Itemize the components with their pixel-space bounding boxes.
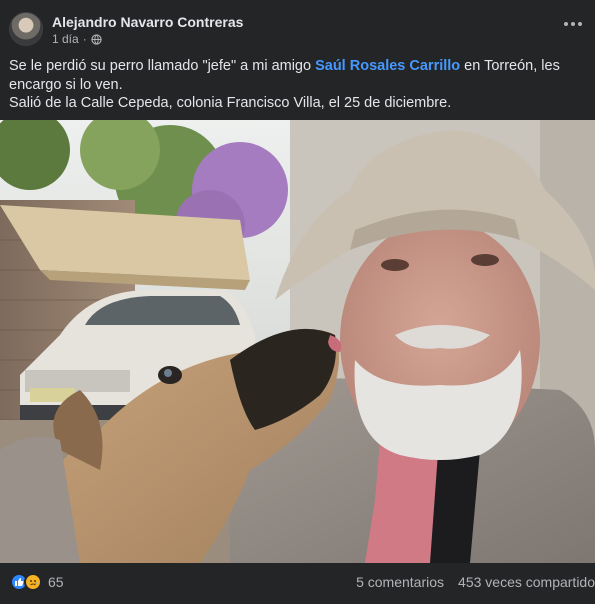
more-options-icon[interactable]: [561, 16, 585, 32]
globe-icon[interactable]: [91, 33, 102, 45]
sad-icon: [24, 573, 42, 591]
post-meta: 1 día ·: [52, 32, 102, 46]
post-text-line2: Salió de la Calle Cepeda, colonia Franci…: [9, 95, 452, 111]
post-header: Alejandro Navarro Contreras 1 día ·: [0, 0, 595, 50]
comments-count[interactable]: 5 comentarios: [356, 574, 444, 590]
shares-count[interactable]: 453 veces compartido: [458, 574, 595, 590]
post-text: Se le perdió su perro llamado "jefe" a m…: [9, 57, 589, 113]
author-name[interactable]: Alejandro Navarro Contreras: [52, 14, 243, 30]
post-photo[interactable]: [0, 120, 595, 563]
post-stats: 5 comentarios 453 veces compartido: [356, 574, 595, 590]
reaction-count: 65: [48, 574, 64, 590]
post-time[interactable]: 1 día: [52, 32, 79, 46]
reactions-summary[interactable]: 65: [10, 573, 64, 591]
post-text-part1: Se le perdió su perro llamado "jefe" a m…: [9, 58, 316, 74]
facebook-post: Alejandro Navarro Contreras 1 día · Se l…: [0, 0, 595, 604]
mention-link[interactable]: Saúl Rosales Carrillo: [315, 58, 460, 74]
meta-separator: ·: [82, 32, 87, 46]
post-footer: 65 5 comentarios 453 veces compartido: [0, 563, 595, 604]
photo-illustration: [0, 120, 595, 563]
author-avatar[interactable]: [9, 12, 43, 46]
post-text-line1: Se le perdió su perro llamado "jefe" a m…: [9, 57, 589, 94]
